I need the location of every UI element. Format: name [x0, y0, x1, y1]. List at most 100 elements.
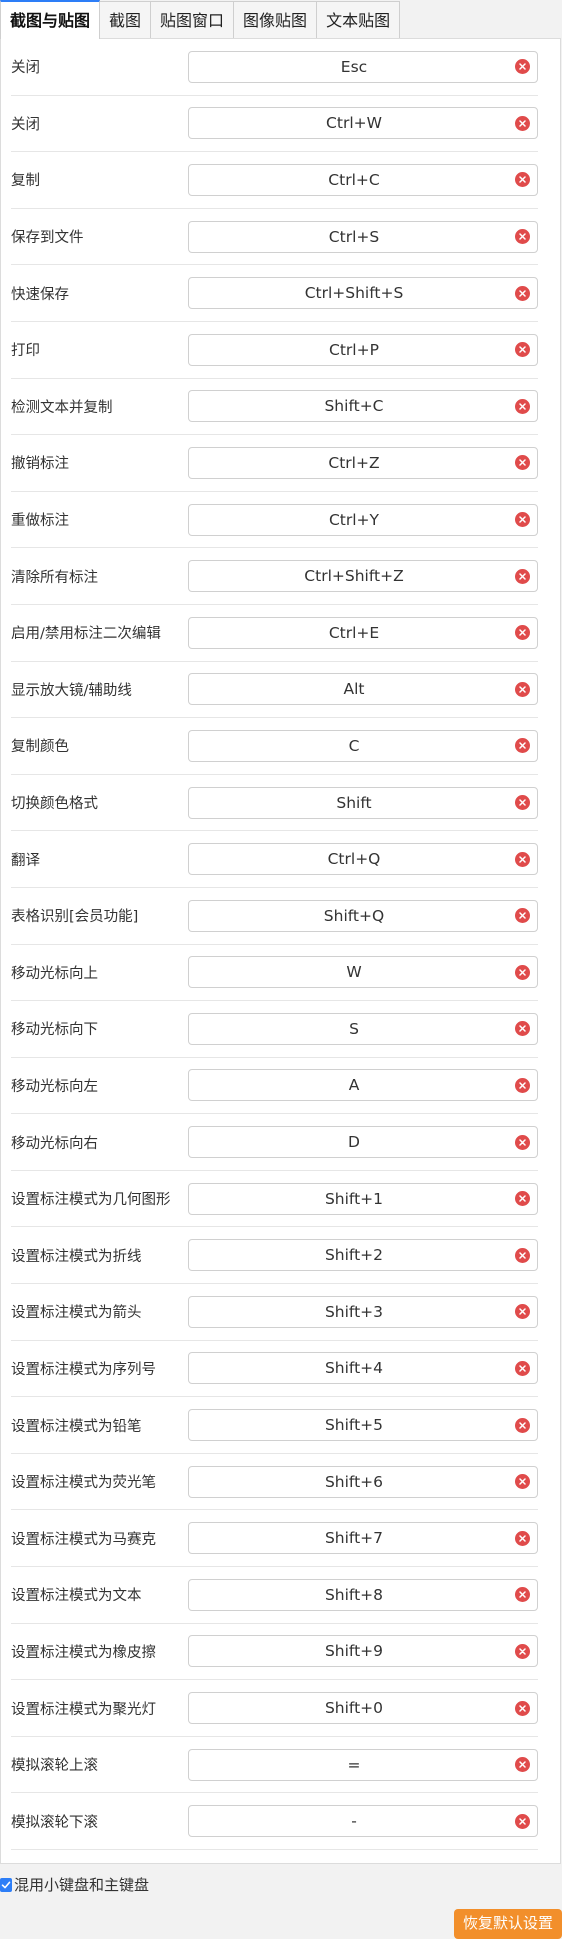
shortcut-key-value: Ctrl+Z	[328, 453, 380, 472]
shortcut-key-input[interactable]: Esc	[188, 50, 538, 83]
shortcut-key-value: Shift+7	[324, 1529, 384, 1548]
clear-shortcut-icon[interactable]	[515, 229, 530, 245]
tab-pin-window[interactable]: 贴图窗口	[150, 1, 235, 39]
clear-shortcut-icon[interactable]	[515, 1134, 530, 1150]
shortcut-row: 翻译 Ctrl+Q	[11, 831, 538, 888]
shortcut-key-input[interactable]: Shift	[188, 786, 538, 819]
clear-shortcut-icon[interactable]	[515, 1360, 530, 1376]
shortcut-key-value: D	[348, 1133, 360, 1152]
shortcut-row: 设置标注模式为荧光笔 Shift+6	[11, 1454, 538, 1511]
clear-shortcut-icon[interactable]	[515, 285, 530, 301]
shortcut-key-input[interactable]: Ctrl+C	[188, 163, 538, 196]
tab-capture[interactable]: 截图	[99, 1, 152, 39]
shortcut-key-input[interactable]: C	[188, 729, 538, 762]
shortcut-key-value: W	[346, 963, 362, 982]
shortcut-row: 表格识别[会员功能] Shift+Q	[11, 888, 538, 945]
shortcut-row: 检测文本并复制 Shift+C	[11, 379, 538, 436]
shortcut-key-input[interactable]: Ctrl+E	[188, 616, 538, 649]
clear-shortcut-icon[interactable]	[515, 1643, 530, 1659]
tab-text-pin[interactable]: 文本贴图	[316, 1, 401, 39]
shortcut-key-input[interactable]: S	[188, 1012, 538, 1045]
shortcut-key-value: Ctrl+W	[326, 114, 382, 133]
shortcut-key-input[interactable]: Ctrl+W	[188, 107, 538, 140]
clear-shortcut-icon[interactable]	[515, 1813, 530, 1829]
restore-defaults-button[interactable]: 恢复默认设置	[454, 1909, 562, 1939]
shortcut-key-value: Ctrl+Shift+S	[304, 284, 404, 303]
shortcut-key-input[interactable]: Shift+2	[188, 1239, 538, 1272]
shortcut-row: 移动光标向下 S	[11, 1001, 538, 1058]
clear-shortcut-icon[interactable]	[515, 115, 530, 131]
clear-shortcut-icon[interactable]	[515, 964, 530, 980]
shortcut-label: 设置标注模式为折线	[11, 1248, 142, 1265]
shortcut-key-input[interactable]: Shift+4	[188, 1352, 538, 1385]
shortcut-row: 移动光标向右 D	[11, 1114, 538, 1171]
shortcut-key-input[interactable]: Ctrl+Z	[188, 446, 538, 479]
shortcut-key-value: Shift+1	[324, 1189, 384, 1208]
clear-shortcut-icon[interactable]	[515, 681, 530, 697]
checkmark-icon	[1, 1881, 11, 1888]
shortcut-key-value: Shift+4	[324, 1359, 384, 1378]
shortcut-label: 设置标注模式为聚光灯	[11, 1701, 156, 1718]
shortcut-key-input[interactable]: Shift+Q	[188, 899, 538, 932]
shortcut-key-input[interactable]: Shift+5	[188, 1409, 538, 1442]
shortcut-key-input[interactable]: Ctrl+S	[188, 220, 538, 253]
clear-shortcut-icon[interactable]	[515, 1700, 530, 1716]
shortcut-key-input[interactable]: Alt	[188, 673, 538, 706]
shortcut-label: 移动光标向上	[11, 965, 98, 982]
shortcut-row: 设置标注模式为箭头 Shift+3	[11, 1284, 538, 1341]
shortcut-key-input[interactable]: Ctrl+Q	[188, 843, 538, 876]
shortcut-label: 复制	[11, 173, 40, 190]
shortcut-label: 显示放大镜/辅助线	[11, 682, 132, 699]
shortcut-key-input[interactable]: Shift+3	[188, 1295, 538, 1328]
clear-shortcut-icon[interactable]	[515, 1530, 530, 1546]
shortcut-key-input[interactable]: Ctrl+P	[188, 333, 538, 366]
shortcut-key-input[interactable]: Ctrl+Shift+Z	[188, 560, 538, 593]
mix-keypad-option[interactable]: 混用小键盘和主键盘	[0, 1874, 149, 1895]
clear-shortcut-icon[interactable]	[515, 512, 530, 528]
shortcut-label: 复制颜色	[11, 739, 69, 756]
clear-shortcut-icon[interactable]	[515, 795, 530, 811]
shortcut-row: 保存到文件 Ctrl+S	[11, 209, 538, 266]
shortcut-key-input[interactable]: A	[188, 1069, 538, 1102]
clear-shortcut-icon[interactable]	[515, 568, 530, 584]
tab-capture-and-pin[interactable]: 截图与贴图	[0, 0, 101, 39]
shortcut-list: 关闭 Esc 关闭 Ctrl+W 复制 Ctrl+C 保存到文件 Ctrl+S 快速保存 Ctrl…	[1, 39, 560, 1850]
shortcut-key-input[interactable]: -	[188, 1805, 538, 1838]
mix-keypad-checkbox[interactable]	[0, 1877, 12, 1892]
shortcut-key-value: A	[348, 1076, 360, 1095]
shortcut-row: 设置标注模式为文本 Shift+8	[11, 1567, 538, 1624]
shortcut-key-input[interactable]: Shift+8	[188, 1578, 538, 1611]
shortcut-label: 设置标注模式为序列号	[11, 1361, 156, 1378]
shortcut-key-value: Shift+3	[324, 1302, 384, 1321]
shortcut-key-input[interactable]: Ctrl+Y	[188, 503, 538, 536]
shortcut-row: 复制 Ctrl+C	[11, 152, 538, 209]
shortcut-key-input[interactable]: Shift+7	[188, 1522, 538, 1555]
shortcut-key-input[interactable]: D	[188, 1126, 538, 1159]
shortcut-key-value: Ctrl+S	[328, 227, 380, 246]
shortcut-key-input[interactable]: Shift+9	[188, 1635, 538, 1668]
shortcut-label: 模拟滚轮下滚	[11, 1814, 98, 1831]
shortcut-row: 启用/禁用标注二次编辑 Ctrl+E	[11, 605, 538, 662]
shortcut-key-input[interactable]: Shift+0	[188, 1692, 538, 1725]
shortcut-key-input[interactable]: Shift+C	[188, 390, 538, 423]
shortcut-key-input[interactable]: W	[188, 956, 538, 989]
shortcut-label: 快速保存	[11, 286, 69, 303]
shortcut-row: 移动光标向左 A	[11, 1058, 538, 1115]
shortcut-settings-panel: 关闭 Esc 关闭 Ctrl+W 复制 Ctrl+C 保存到文件 Ctrl+S 快速保存 Ctrl…	[0, 38, 561, 1864]
shortcut-key-input[interactable]: Ctrl+Shift+S	[188, 277, 538, 310]
shortcut-key-value: Ctrl+Q	[327, 850, 381, 869]
shortcut-key-input[interactable]: Shift+1	[188, 1182, 538, 1215]
clear-shortcut-icon[interactable]	[515, 1417, 530, 1433]
tab-image-pin[interactable]: 图像贴图	[233, 1, 318, 39]
clear-shortcut-icon[interactable]	[515, 1247, 530, 1263]
clear-shortcut-icon[interactable]	[515, 1077, 530, 1093]
clear-shortcut-icon[interactable]	[515, 398, 530, 414]
shortcut-label: 移动光标向下	[11, 1022, 98, 1039]
shortcut-row: 设置标注模式为马赛克 Shift+7	[11, 1510, 538, 1568]
shortcut-label: 撤销标注	[11, 456, 69, 473]
shortcut-key-value: Shift+2	[324, 1246, 384, 1265]
shortcut-label: 重做标注	[11, 513, 69, 530]
clear-shortcut-icon[interactable]	[515, 851, 530, 867]
shortcut-key-input[interactable]: Shift+6	[188, 1465, 538, 1498]
shortcut-key-input[interactable]: =	[188, 1748, 538, 1781]
